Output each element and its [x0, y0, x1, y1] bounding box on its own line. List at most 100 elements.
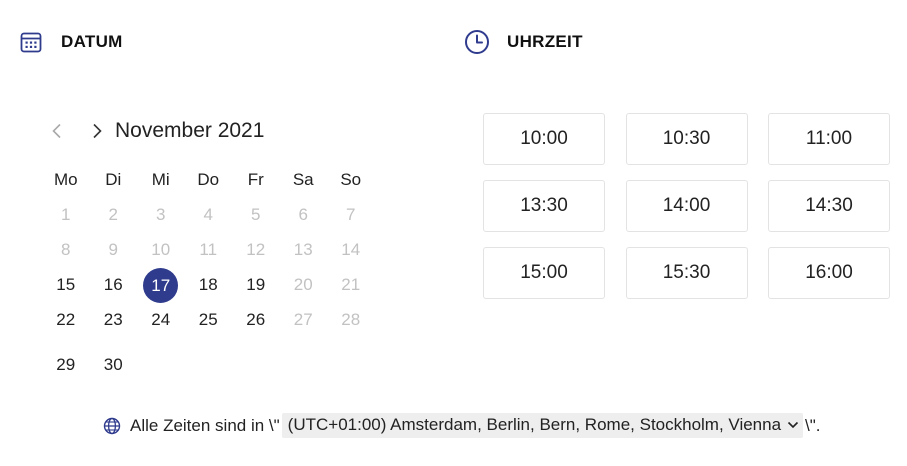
weekday-label: Mo — [53, 170, 78, 189]
next-month-button[interactable] — [84, 118, 110, 144]
calendar-day-number: 28 — [341, 310, 361, 329]
calendar-day-number: 25 — [198, 310, 218, 329]
calendar-day-number: 10 — [151, 240, 171, 259]
time-slot-button[interactable]: 16:00 — [768, 247, 890, 299]
calendar-day-number: 16 — [103, 275, 123, 294]
calendar-day: 20 — [280, 274, 328, 303]
calendar-day-number: 8 — [61, 240, 71, 259]
calendar-icon — [18, 29, 44, 55]
calendar-day: 21 — [327, 274, 375, 303]
calendar-day-number: 29 — [56, 355, 76, 374]
calendar-day: 14 — [327, 239, 375, 261]
calendar-day: 5 — [232, 204, 280, 226]
time-slot-grid: 10:00 10:30 11:00 13:30 14:00 14:30 15:0… — [483, 113, 890, 299]
time-section-title: UHRZEIT — [507, 32, 583, 51]
timezone-line: Alle Zeiten sind in \" (UTC+01:00) Amste… — [102, 413, 821, 438]
calendar-day-number: 18 — [198, 275, 218, 294]
calendar-day-number: 17 — [143, 268, 179, 303]
calendar-day[interactable]: 15 — [42, 274, 90, 303]
calendar-navigation: November 2021 — [44, 118, 264, 144]
time-slot-button[interactable]: 13:30 — [483, 180, 605, 232]
calendar-day-number: 23 — [103, 310, 123, 329]
calendar-day-number: 2 — [108, 205, 118, 224]
calendar-day: 2 — [90, 204, 138, 226]
calendar-day-number: 11 — [199, 240, 218, 259]
calendar-week-row: 22 23 24 25 26 27 28 — [42, 309, 375, 331]
time-section-header: UHRZEIT — [464, 29, 583, 55]
timezone-suffix: \". — [805, 415, 821, 435]
calendar-day[interactable]: 25 — [185, 309, 233, 331]
time-slot-button[interactable]: 10:00 — [483, 113, 605, 165]
time-slot-button[interactable]: 11:00 — [768, 113, 890, 165]
calendar-day-number: 21 — [341, 275, 361, 294]
clock-icon — [464, 29, 490, 55]
calendar-day-number: 20 — [293, 275, 313, 294]
calendar-day-number: 4 — [203, 205, 213, 224]
time-slot-button[interactable]: 10:30 — [625, 113, 748, 165]
chevron-right-icon — [93, 123, 102, 139]
time-slot-button[interactable]: 14:30 — [768, 180, 890, 232]
calendar-day: 6 — [280, 204, 328, 226]
calendar-week-row: 29 30 — [42, 354, 137, 376]
calendar-day[interactable]: 22 — [42, 309, 90, 331]
calendar-day[interactable]: 18 — [185, 274, 233, 303]
calendar-day: 12 — [232, 239, 280, 261]
calendar-day: 3 — [137, 204, 185, 226]
previous-month-button[interactable] — [44, 118, 70, 144]
weekday-header: Mo Di Mi Do Fr Sa So — [42, 169, 375, 191]
calendar-day: 4 — [185, 204, 233, 226]
calendar-day-number: 3 — [156, 205, 166, 224]
calendar-day: 7 — [327, 204, 375, 226]
weekday-label: Sa — [292, 170, 314, 189]
calendar-day-selected[interactable]: 17 — [137, 268, 185, 303]
calendar-week-row: 15 16 17 18 19 20 21 — [42, 268, 375, 303]
calendar-day: 10 — [137, 239, 185, 261]
calendar-day[interactable]: 24 — [137, 309, 185, 331]
calendar-day-number: 6 — [298, 205, 308, 224]
calendar-day: 1 — [42, 204, 90, 226]
chevron-left-icon — [52, 123, 61, 139]
calendar-day[interactable]: 16 — [90, 274, 138, 303]
calendar-day-number: 15 — [56, 275, 76, 294]
calendar-day-number: 19 — [246, 275, 266, 294]
month-label: November 2021 — [115, 119, 265, 142]
calendar-day: 8 — [42, 239, 90, 261]
calendar-day: 27 — [280, 309, 328, 331]
weekday-label: Di — [105, 170, 122, 189]
calendar-day[interactable]: 30 — [90, 354, 138, 376]
calendar-day: 9 — [90, 239, 138, 261]
weekday-label: Mi — [151, 170, 170, 189]
calendar-day-number: 30 — [103, 355, 123, 374]
calendar-day[interactable]: 23 — [90, 309, 138, 331]
calendar-day[interactable]: 26 — [232, 309, 280, 331]
chevron-down-icon — [787, 421, 799, 429]
calendar-day-number: 7 — [346, 205, 356, 224]
calendar-day-number: 24 — [151, 310, 171, 329]
calendar-day-number: 1 — [61, 205, 71, 224]
time-slot-button[interactable]: 15:00 — [483, 247, 605, 299]
weekday-label: Fr — [247, 170, 264, 189]
time-slot-button[interactable]: 14:00 — [625, 180, 748, 232]
calendar-day: 28 — [327, 309, 375, 331]
time-slot-button[interactable]: 15:30 — [625, 247, 748, 299]
calendar-day-number: 27 — [293, 310, 313, 329]
calendar-day[interactable]: 29 — [42, 354, 90, 376]
calendar-day: 13 — [280, 239, 328, 261]
weekday-label: Do — [197, 170, 220, 189]
date-section-header: DATUM — [18, 29, 123, 55]
calendar-week-row: 8 9 10 11 12 13 14 — [42, 239, 375, 261]
calendar-day[interactable]: 19 — [232, 274, 280, 303]
date-section-title: DATUM — [61, 32, 123, 51]
calendar-day-number: 9 — [108, 240, 118, 259]
timezone-prefix: Alle Zeiten sind in \" — [130, 415, 280, 435]
calendar-day-number: 13 — [293, 240, 313, 259]
globe-icon — [102, 416, 122, 436]
weekday-label: So — [340, 170, 362, 189]
calendar-week-row: 1 2 3 4 5 6 7 — [42, 204, 375, 226]
calendar-day-number: 12 — [246, 240, 266, 259]
calendar-day-number: 26 — [246, 310, 266, 329]
calendar-day-number: 14 — [341, 240, 361, 259]
calendar-day-number: 22 — [56, 310, 76, 329]
calendar-day: 11 — [185, 239, 233, 261]
timezone-select[interactable]: (UTC+01:00) Amsterdam, Berlin, Bern, Rom… — [281, 413, 804, 438]
